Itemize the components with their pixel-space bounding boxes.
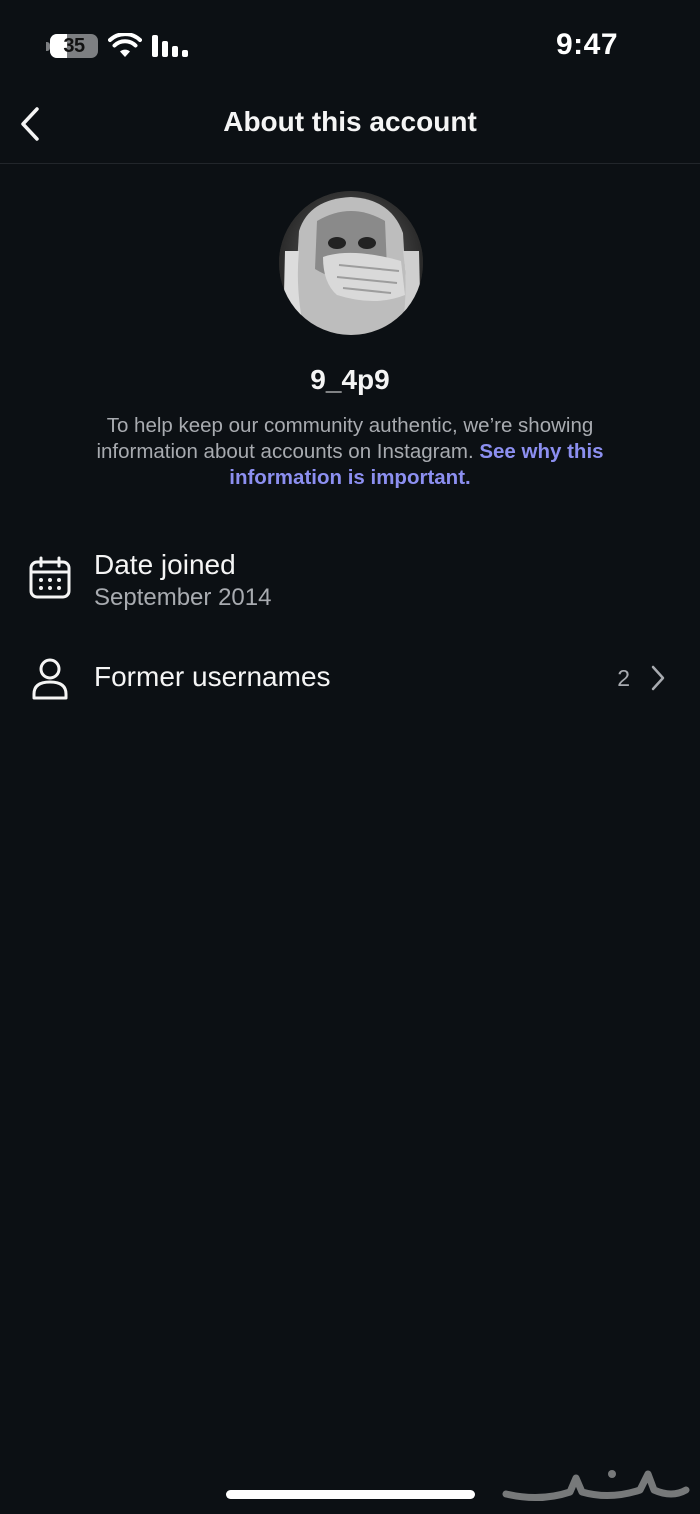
profile-avatar	[279, 191, 423, 335]
battery-level: 35	[63, 35, 85, 57]
signal-icon	[152, 35, 188, 57]
former-usernames-row[interactable]: Former usernames 2	[0, 648, 700, 708]
profile-photo	[279, 191, 423, 335]
date-joined-label: Date joined	[94, 549, 236, 580]
watermark-logo	[502, 1470, 690, 1502]
info-description: To help keep our community authentic, we…	[60, 413, 640, 491]
former-usernames-count: 2	[617, 665, 630, 691]
status-bar: 35 9:47	[0, 0, 700, 92]
former-usernames-label: Former usernames	[94, 661, 331, 692]
clock: 9:47	[555, 28, 618, 61]
battery-indicator: 35	[50, 34, 98, 58]
navigation-bar: About this account	[0, 92, 700, 164]
calendar-icon	[29, 556, 71, 599]
date-joined-row: Date joined September 2014	[0, 540, 700, 620]
home-indicator	[226, 1490, 475, 1499]
page-title: About this account	[223, 106, 477, 137]
profile-username: 9_4p9	[310, 364, 390, 395]
chevron-right-icon	[651, 665, 665, 691]
date-joined-value: September 2014	[94, 584, 272, 611]
wifi-icon	[108, 33, 142, 57]
battery-tip	[46, 42, 50, 51]
person-icon	[32, 658, 68, 700]
